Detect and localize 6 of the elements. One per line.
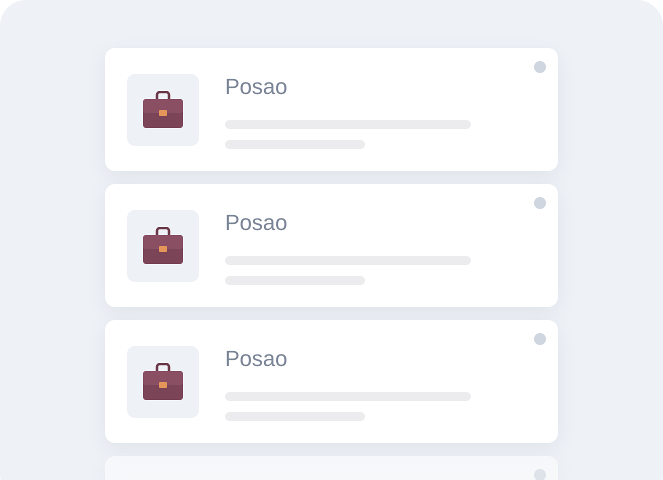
briefcase-icon [142, 91, 184, 129]
briefcase-icon [142, 227, 184, 265]
briefcase-icon [142, 363, 184, 401]
card-title: Posao [225, 209, 288, 237]
card-title: Posao [225, 345, 288, 373]
card-title: Posao [225, 73, 288, 101]
